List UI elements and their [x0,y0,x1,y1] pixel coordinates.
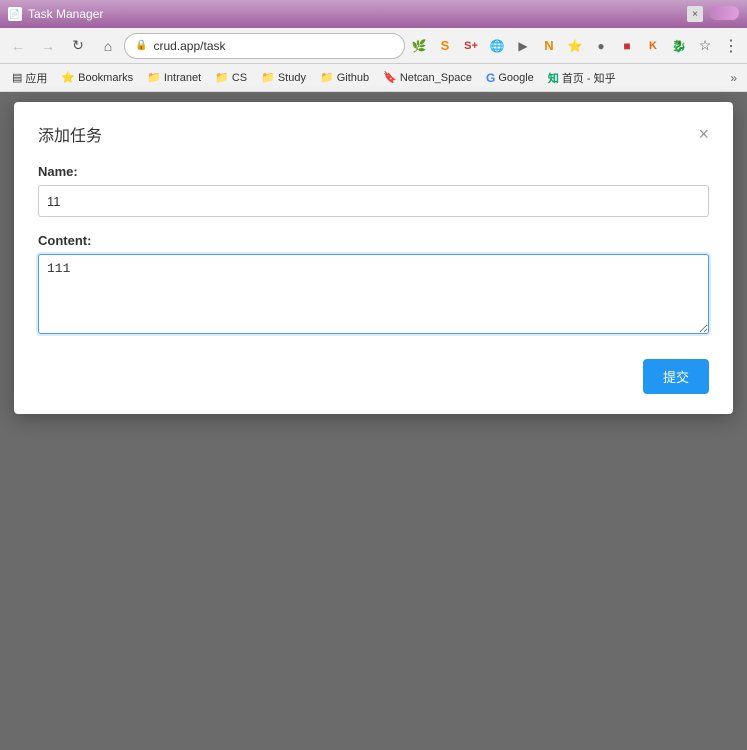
ext-icon-6[interactable]: N [537,34,561,58]
ext-icon-7[interactable]: ⭐ [563,34,587,58]
google-icon: G [486,71,495,85]
bookmark-cs-label: CS [232,72,247,84]
bookmark-folder-icon-3: 📁 [261,71,275,84]
modal-footer: 提交 [38,359,709,394]
bookmarks-more-button[interactable]: » [726,69,741,87]
apps-label: 应用 [25,70,47,86]
bookmark-zhihu-label: 首页 - 知乎 [562,70,616,86]
tab-close-button[interactable]: × [687,6,703,22]
ext-icon-3[interactable]: S+ [459,34,483,58]
bookmark-study[interactable]: 📁 Study [255,69,312,86]
bookmark-apps[interactable]: ▤ 应用 [6,68,53,88]
page-area: 添加任务 × Name: Content: 111 提交 [0,92,747,750]
add-task-modal: 添加任务 × Name: Content: 111 提交 [14,102,733,414]
ext-icon-1[interactable]: 🌿 [407,34,431,58]
bookmark-google[interactable]: G Google [480,69,540,87]
home-button[interactable]: ⌂ [94,32,122,60]
ext-icon-5[interactable]: ▶ [511,34,535,58]
ext-icon-10[interactable]: K [641,34,665,58]
address-bar[interactable]: 🔒 crud.app/task [124,33,405,59]
bookmark-intranet[interactable]: 📁 Intranet [141,69,207,86]
bookmark-netcan[interactable]: 🔖 Netcan_Space [377,69,478,86]
modal-close-button[interactable]: × [698,125,709,143]
name-label: Name: [38,164,709,179]
reload-button[interactable]: ↻ [64,32,92,60]
ext-icon-8[interactable]: ● [589,34,613,58]
ext-icon-11[interactable]: 🐉 [667,34,691,58]
bookmark-netcan-icon: 🔖 [383,71,397,84]
extension-toolbar: 🌿 S S+ 🌐 ▶ N ⭐ ● ■ K 🐉 ☆ ⋮ [407,34,743,58]
modal-header: 添加任务 × [38,122,709,146]
window-action-area [709,6,739,20]
content-textarea[interactable]: 111 [38,254,709,334]
bookmark-bookmarks-label: Bookmarks [78,72,133,84]
bookmark-github-label: Github [337,72,369,84]
security-icon: 🔒 [135,40,147,51]
forward-button[interactable]: → [34,32,62,60]
ext-icon-2[interactable]: S [433,34,457,58]
ext-icon-4[interactable]: 🌐 [485,34,509,58]
ext-icon-9[interactable]: ■ [615,34,639,58]
modal-title: 添加任务 [38,122,102,146]
url-display: crud.app/task [153,39,225,53]
bookmark-netcan-label: Netcan_Space [400,72,472,84]
tab-title: Task Manager [28,7,681,21]
browser-frame: 📄 Task Manager × ← → ↻ ⌂ 🔒 crud.app/task… [0,0,747,92]
menu-button[interactable]: ⋮ [719,34,743,58]
bookmark-folder-icon-1: 📁 [147,71,161,84]
submit-button[interactable]: 提交 [643,359,709,394]
bookmarks-more-label: » [730,71,737,85]
window-controls: × [687,6,739,22]
bookmark-bookmarks[interactable]: ⭐ Bookmarks [55,69,139,86]
content-field-group: Content: 111 [38,233,709,339]
back-button[interactable]: ← [4,32,32,60]
apps-icon: ▤ [12,71,22,84]
bookmark-cs[interactable]: 📁 CS [209,69,253,86]
bookmark-star-icon: ⭐ [61,71,75,84]
bookmark-intranet-label: Intranet [164,72,201,84]
star-button[interactable]: ☆ [693,34,717,58]
tab-favicon: 📄 [8,7,22,21]
title-bar: 📄 Task Manager × [0,0,747,28]
bookmark-github[interactable]: 📁 Github [314,69,375,86]
bookmark-study-label: Study [278,72,306,84]
bookmarks-bar: ▤ 应用 ⭐ Bookmarks 📁 Intranet 📁 CS 📁 Study… [0,64,747,92]
bookmark-google-label: Google [498,72,533,84]
navigation-bar: ← → ↻ ⌂ 🔒 crud.app/task 🌿 S S+ 🌐 ▶ N ⭐ ●… [0,28,747,64]
name-field-group: Name: [38,164,709,217]
content-label: Content: [38,233,709,248]
bookmark-folder-icon-4: 📁 [320,71,334,84]
bookmark-folder-icon-2: 📁 [215,71,229,84]
zhihu-icon: 知 [548,70,559,86]
bookmark-zhihu[interactable]: 知 首页 - 知乎 [542,68,622,88]
name-input[interactable] [38,185,709,217]
